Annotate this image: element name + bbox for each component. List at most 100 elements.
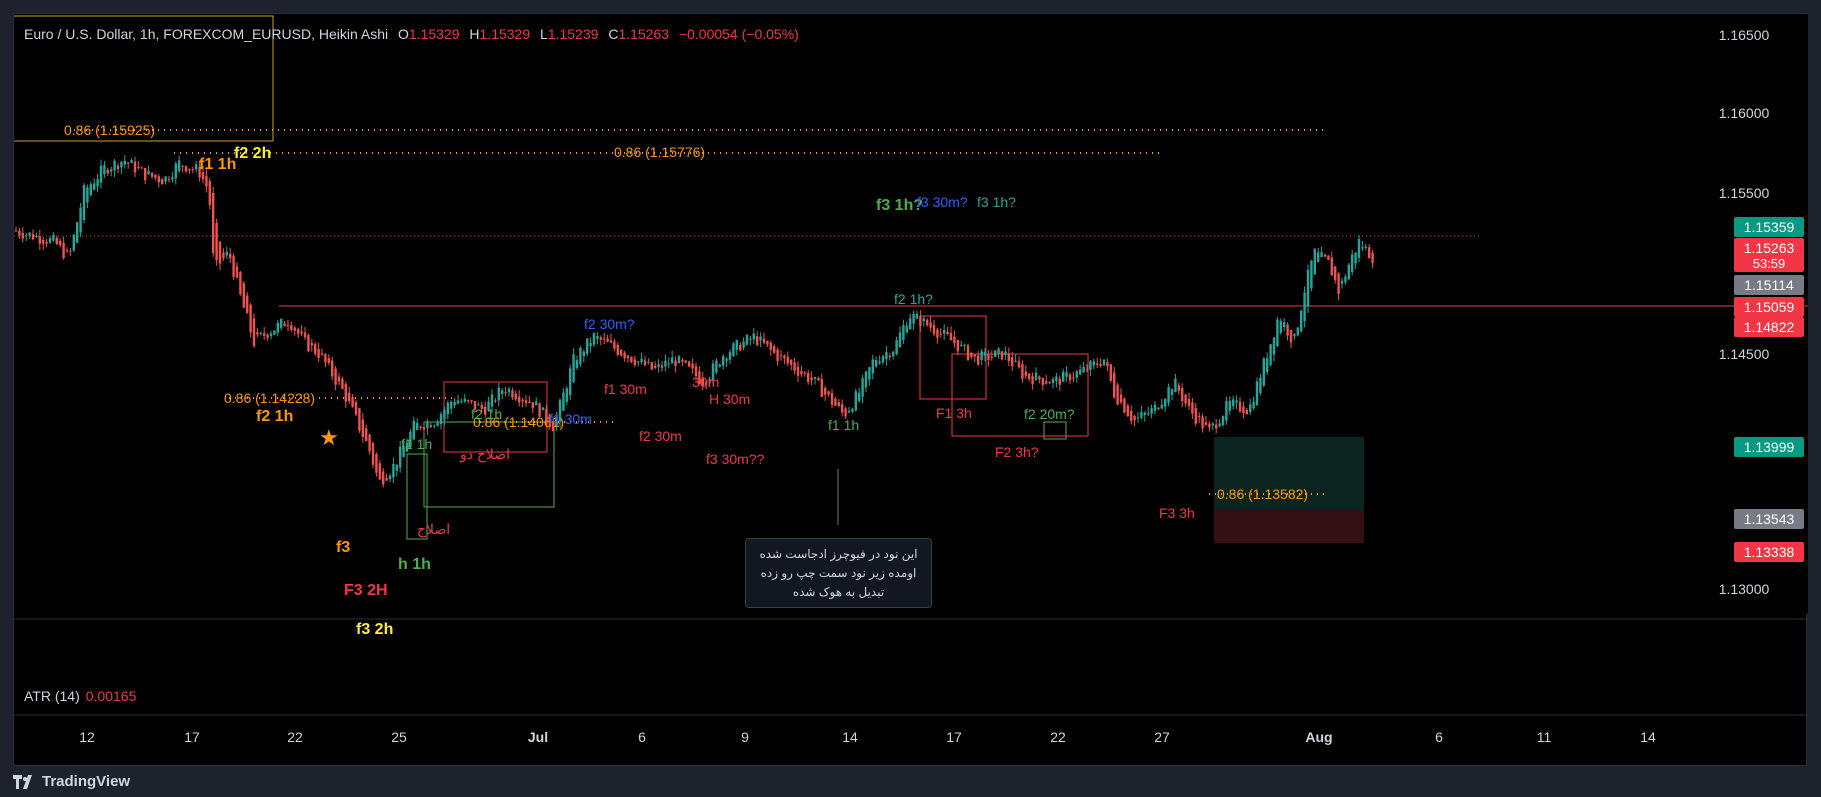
chart-annotation[interactable]: F3 3h [1159, 505, 1195, 521]
candle-body [1296, 327, 1299, 336]
chart-annotation[interactable]: اصلاح دو [459, 446, 510, 463]
candle-body [229, 253, 232, 259]
candle-body [1347, 264, 1350, 280]
candle-body [1208, 423, 1211, 428]
candle-body [582, 351, 585, 357]
chart-annotation[interactable]: f1 1h [401, 436, 432, 452]
candle-body [62, 242, 65, 259]
chart-annotation[interactable]: F1 3h [936, 405, 972, 421]
candle-body [266, 334, 269, 338]
price-chart[interactable]: 1.16500 1.16000 1.15500 1.14500 1.13000 12 17 2… [14, 14, 1808, 767]
candle-body [987, 353, 990, 360]
candle-body [1191, 402, 1194, 414]
chart-annotation[interactable]: f3 1h? [977, 194, 1016, 210]
price-axis-label: 1.15500 [1719, 185, 1770, 201]
candle-body [983, 351, 987, 356]
atr-legend[interactable]: ATR (14) 0.00165 [24, 688, 136, 704]
chart-annotation[interactable]: f3 30m? [917, 194, 968, 210]
candle-body [1232, 399, 1235, 406]
candle-body [103, 165, 106, 175]
chart-annotation[interactable]: f1 30m [549, 411, 592, 427]
tradingview-logo[interactable]: TradingView [13, 766, 130, 797]
chart-annotation[interactable]: f2 1h [256, 408, 293, 425]
candle-body [861, 378, 864, 397]
candle-body [392, 463, 395, 478]
candle-body [1170, 389, 1174, 395]
chart-annotation[interactable]: 30m [692, 374, 719, 390]
candle-body [871, 359, 874, 374]
chart-annotation[interactable]: f2 30m [639, 428, 682, 444]
candle-body [970, 352, 973, 357]
chart-annotation[interactable]: f2 30m? [584, 316, 635, 332]
candle-body [429, 425, 432, 428]
star-icon[interactable]: ★ [319, 425, 339, 450]
chart-annotation[interactable]: f1 30m [604, 381, 647, 397]
chart-annotation[interactable]: f3 [336, 539, 350, 556]
candle-body [1245, 409, 1248, 415]
candle-body [167, 179, 171, 181]
chart-pane[interactable]: 1.16500 1.16000 1.15500 1.14500 1.13000 12 17 2… [13, 13, 1808, 767]
time-axis-label: 12 [79, 729, 95, 745]
candle-body [201, 172, 205, 180]
candle-body [1072, 377, 1075, 379]
candle-body [28, 232, 31, 236]
chart-annotation[interactable]: f1 1h [828, 417, 859, 433]
chart-annotation[interactable]: f2 1h? [894, 291, 933, 307]
candle-body [222, 252, 225, 259]
chart-annotation[interactable]: h 1h [398, 556, 431, 573]
candle-body [317, 348, 320, 358]
candle-body [1313, 249, 1316, 275]
candle-body [48, 238, 52, 243]
text-note[interactable]: این نود در فیوچرز ادجاست شده اومده زیر ن… [745, 538, 932, 608]
candle-body [623, 352, 626, 359]
zone-box[interactable] [919, 315, 987, 400]
price-axis-label: 1.16500 [1719, 27, 1770, 43]
chart-annotation[interactable]: f2 20m? [1024, 406, 1075, 422]
candle-body [1153, 404, 1157, 411]
candle-body [150, 172, 154, 177]
candle-body [569, 368, 572, 396]
chart-annotation[interactable]: f3 2h [356, 621, 393, 638]
candle-body [956, 339, 959, 352]
candle-body [35, 235, 38, 237]
candle-body [718, 364, 721, 367]
candle-body [603, 338, 606, 340]
chart-annotation[interactable]: f2 2h [234, 145, 271, 162]
candle-body [1075, 371, 1078, 378]
candle-body [1235, 400, 1238, 403]
chart-annotation[interactable]: f2 1h [471, 406, 502, 422]
candle-body [1034, 372, 1038, 381]
candle-body [518, 396, 521, 403]
price-tag-label: 1.15059 [1744, 299, 1795, 315]
candle-body [1337, 273, 1340, 294]
note-line-1: این نود در فیوچرز ادجاست شده [759, 547, 918, 561]
candle-body [562, 392, 565, 411]
candle-body [1340, 280, 1344, 284]
candle-body [161, 179, 164, 185]
chart-annotation[interactable]: اصلاح [417, 521, 450, 538]
candle-body [671, 357, 674, 364]
candle-body [813, 376, 817, 379]
candle-body [293, 327, 296, 331]
candle-body [252, 318, 256, 346]
chart-annotation[interactable]: H 30m [709, 391, 750, 407]
candle-body [535, 401, 538, 406]
candle-body [1062, 371, 1065, 382]
candle-body [497, 387, 500, 401]
candle-body [1092, 361, 1095, 366]
footer-bar: TradingView [13, 766, 1807, 797]
candle-body [1201, 416, 1204, 429]
symbol-title[interactable]: Euro / U.S. Dollar, 1h, FOREXCOM_EURUSD,… [24, 26, 388, 42]
candle-body [817, 377, 820, 381]
chart-annotation[interactable]: F3 2H [344, 582, 388, 599]
candle-body [1167, 386, 1170, 403]
candle-body [490, 394, 494, 407]
candle-body [1055, 376, 1058, 382]
candle-body [1279, 321, 1282, 333]
candle-body [926, 319, 929, 326]
chart-annotation[interactable]: f3 30m?? [706, 451, 765, 467]
long-position-stop[interactable] [1214, 510, 1364, 543]
chart-annotation[interactable]: f1 1h [199, 156, 236, 173]
open-label: O [398, 26, 409, 42]
chart-annotation[interactable]: F2 3h? [995, 444, 1039, 460]
